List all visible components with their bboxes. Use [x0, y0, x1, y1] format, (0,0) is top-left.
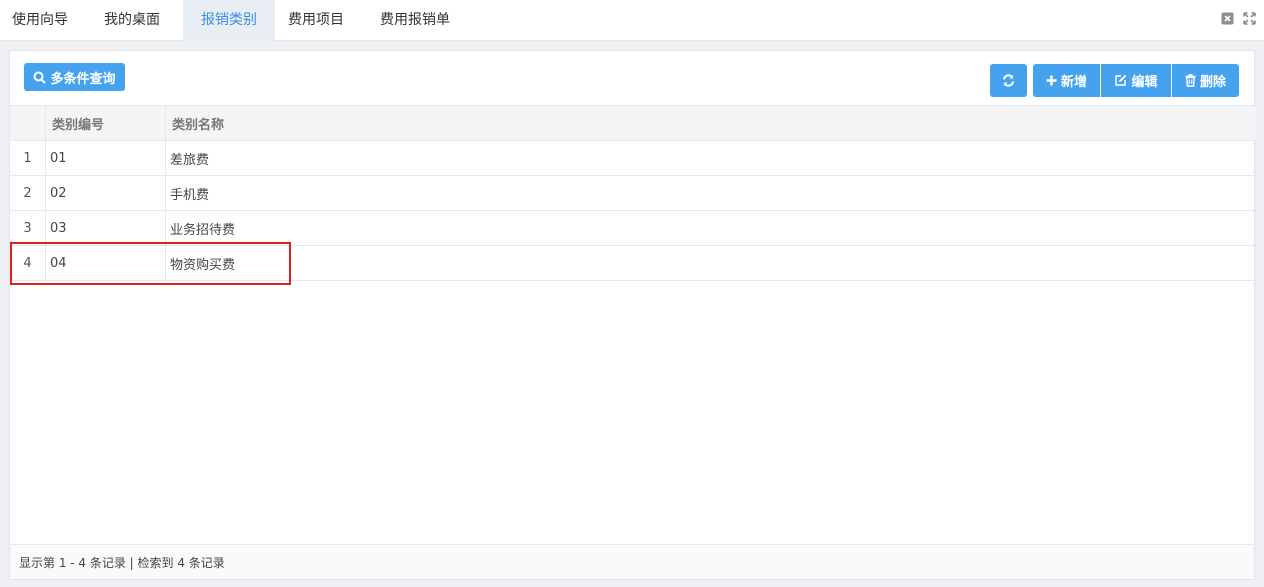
- delete-label: 删除: [1199, 75, 1226, 90]
- row-index: 1: [10, 141, 46, 175]
- pagination-footer: 显示第 1 - 4 条记录 | 检索到 4 条记录: [10, 544, 1254, 579]
- advanced-search-label: 多条件查询: [50, 71, 116, 87]
- advanced-search-button[interactable]: 多条件查询: [24, 63, 125, 91]
- row-category-name: 业务招待费: [170, 222, 236, 238]
- add-label: 新增: [1060, 75, 1087, 90]
- record-count-status: 显示第 1 - 4 条记录 | 检索到 4 条记录: [19, 555, 225, 570]
- close-all-tabs-icon[interactable]: [1221, 12, 1234, 25]
- delete-button[interactable]: 删除: [1172, 64, 1239, 97]
- table-row[interactable]: 4 04 物资购买费: [10, 246, 1256, 281]
- row-category-code: 02: [46, 176, 166, 210]
- add-button[interactable]: 新增: [1033, 64, 1100, 97]
- row-category-name: 物资购买费: [170, 257, 236, 273]
- category-table: 类别编号 类别名称 1 01 差旅费 2 02 手机费 3 03 业务招待费 4…: [10, 105, 1256, 281]
- row-category-name: 手机费: [170, 187, 210, 203]
- fullscreen-icon[interactable]: [1243, 12, 1256, 25]
- edit-label: 编辑: [1131, 75, 1158, 90]
- edit-icon: [1115, 74, 1127, 86]
- row-category-name: 差旅费: [170, 152, 210, 168]
- tab-expense-category[interactable]: 报销类别: [183, 0, 275, 41]
- tab-bar: 使用向导 我的桌面 报销类别 费用项目 费用报销单: [0, 0, 1264, 41]
- window-controls: [1221, 12, 1256, 25]
- row-index: 4: [10, 246, 46, 280]
- row-index: 3: [10, 211, 46, 245]
- tab-my-desktop[interactable]: 我的桌面: [104, 0, 160, 41]
- search-icon: [33, 71, 47, 84]
- edit-button[interactable]: 编辑: [1101, 64, 1171, 97]
- row-category-code: 03: [46, 211, 166, 245]
- tab-expense-items[interactable]: 费用项目: [288, 0, 344, 41]
- main-panel: 多条件查询 新增 编辑 删除 类别编号 类别名称 1 01 差旅费 2 02 手…: [9, 50, 1256, 580]
- table-row[interactable]: 2 02 手机费: [10, 176, 1256, 211]
- trash-icon: [1185, 74, 1196, 87]
- table-row[interactable]: 3 03 业务招待费: [10, 211, 1256, 246]
- tab-guide[interactable]: 使用向导: [12, 0, 68, 41]
- row-category-code: 01: [46, 141, 166, 175]
- header-index: [10, 106, 46, 140]
- plus-icon: [1046, 75, 1057, 86]
- row-category-code: 04: [46, 246, 166, 280]
- row-index: 2: [10, 176, 46, 210]
- tab-expense-claim[interactable]: 费用报销单: [380, 0, 450, 41]
- header-category-code[interactable]: 类别编号: [46, 106, 166, 140]
- refresh-icon: [1003, 74, 1014, 87]
- refresh-button[interactable]: [990, 64, 1027, 97]
- header-category-name[interactable]: 类别名称: [166, 106, 466, 140]
- table-header: 类别编号 类别名称: [10, 105, 1256, 141]
- table-row[interactable]: 1 01 差旅费: [10, 141, 1256, 176]
